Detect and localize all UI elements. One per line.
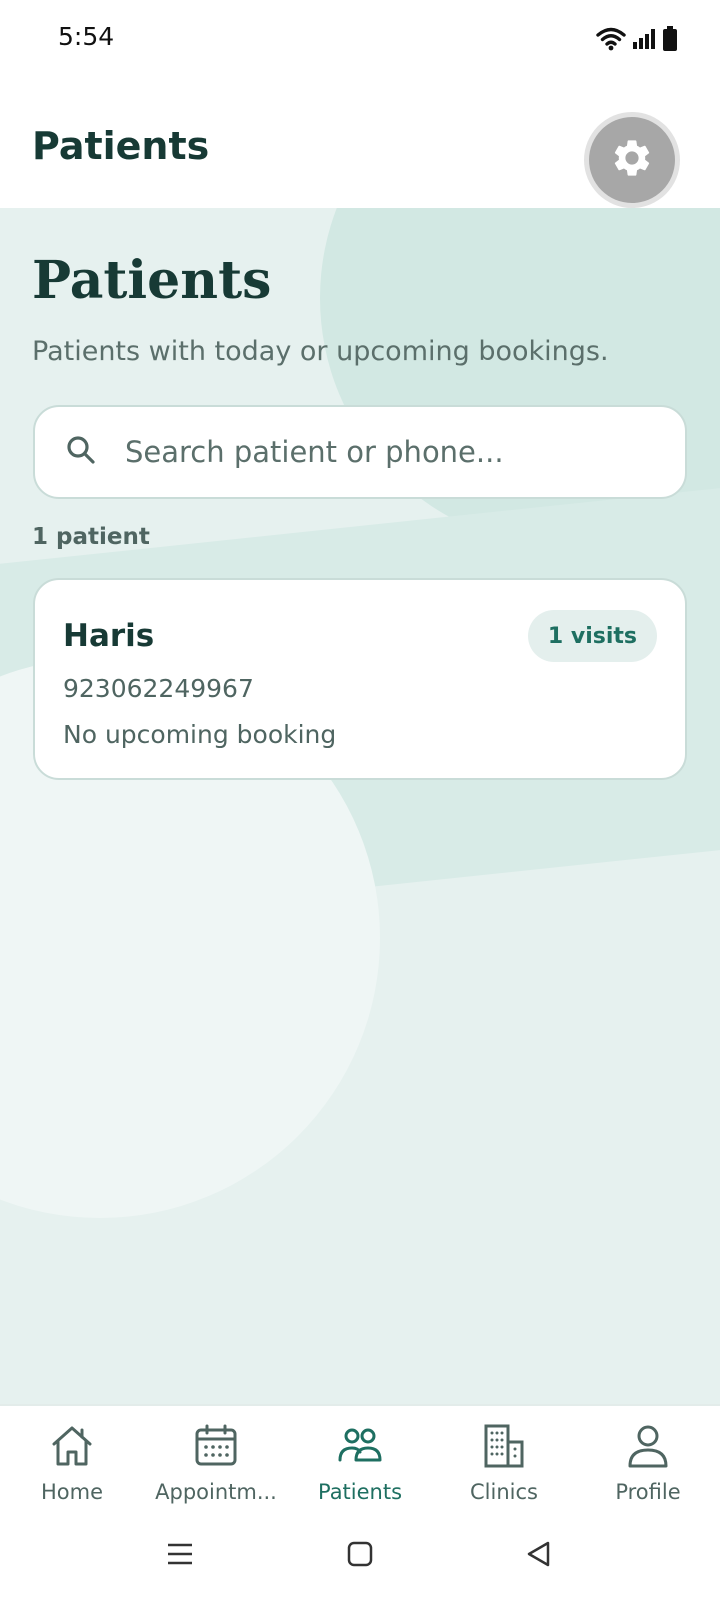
content-area: Patients Patients with today or upcoming… [0, 208, 720, 1404]
patient-phone: 923062249967 [63, 674, 254, 703]
status-icons [596, 26, 678, 56]
patient-name: Haris [63, 618, 155, 654]
search-icon [65, 434, 97, 470]
search-box[interactable] [33, 405, 687, 499]
signal-icon [632, 28, 656, 54]
patient-count: 1 patient [32, 524, 150, 550]
back-button[interactable] [524, 1540, 552, 1572]
nav-label: Clinics [470, 1480, 538, 1504]
gear-icon [610, 136, 654, 184]
search-input[interactable] [125, 435, 645, 469]
nav-item-profile[interactable]: Profile [576, 1406, 720, 1520]
nav-label: Patients [317, 1480, 403, 1504]
nav-label: Profile [615, 1480, 681, 1504]
nav-item-clinics[interactable]: Clinics [432, 1406, 576, 1520]
home-icon [48, 1420, 96, 1472]
home-system-button[interactable] [346, 1540, 374, 1572]
users-icon [336, 1420, 384, 1472]
wifi-icon [596, 27, 626, 55]
battery-icon [662, 26, 678, 56]
nav-item-home[interactable]: Home [0, 1406, 144, 1520]
status-bar: 5:54 [0, 0, 720, 80]
app-title: Patients [32, 124, 210, 168]
page-heading: Patients [32, 250, 272, 311]
status-time: 5:54 [58, 22, 115, 51]
user-icon [624, 1420, 672, 1472]
calendar-icon [192, 1420, 240, 1472]
app-bar: Patients [0, 80, 720, 208]
nav-item-patients[interactable]: Patients [288, 1406, 432, 1520]
patient-booking-status: No upcoming booking [63, 720, 337, 749]
bottom-nav: Home Appointm... Patients Clinics Profil… [0, 1404, 720, 1520]
nav-label: Appointm... [155, 1480, 277, 1504]
system-nav-bar [0, 1520, 720, 1600]
settings-button-inner [589, 117, 675, 203]
patient-card[interactable]: Haris 1 visits 923062249967 No upcoming … [33, 578, 687, 780]
visits-badge: 1 visits [527, 610, 657, 662]
page-subtitle: Patients with today or upcoming bookings… [32, 336, 609, 367]
recent-apps-button[interactable] [166, 1540, 194, 1572]
nav-item-appointments[interactable]: Appointm... [144, 1406, 288, 1520]
settings-button[interactable] [584, 112, 680, 208]
nav-label: Home [40, 1480, 103, 1504]
building-icon [480, 1420, 528, 1472]
